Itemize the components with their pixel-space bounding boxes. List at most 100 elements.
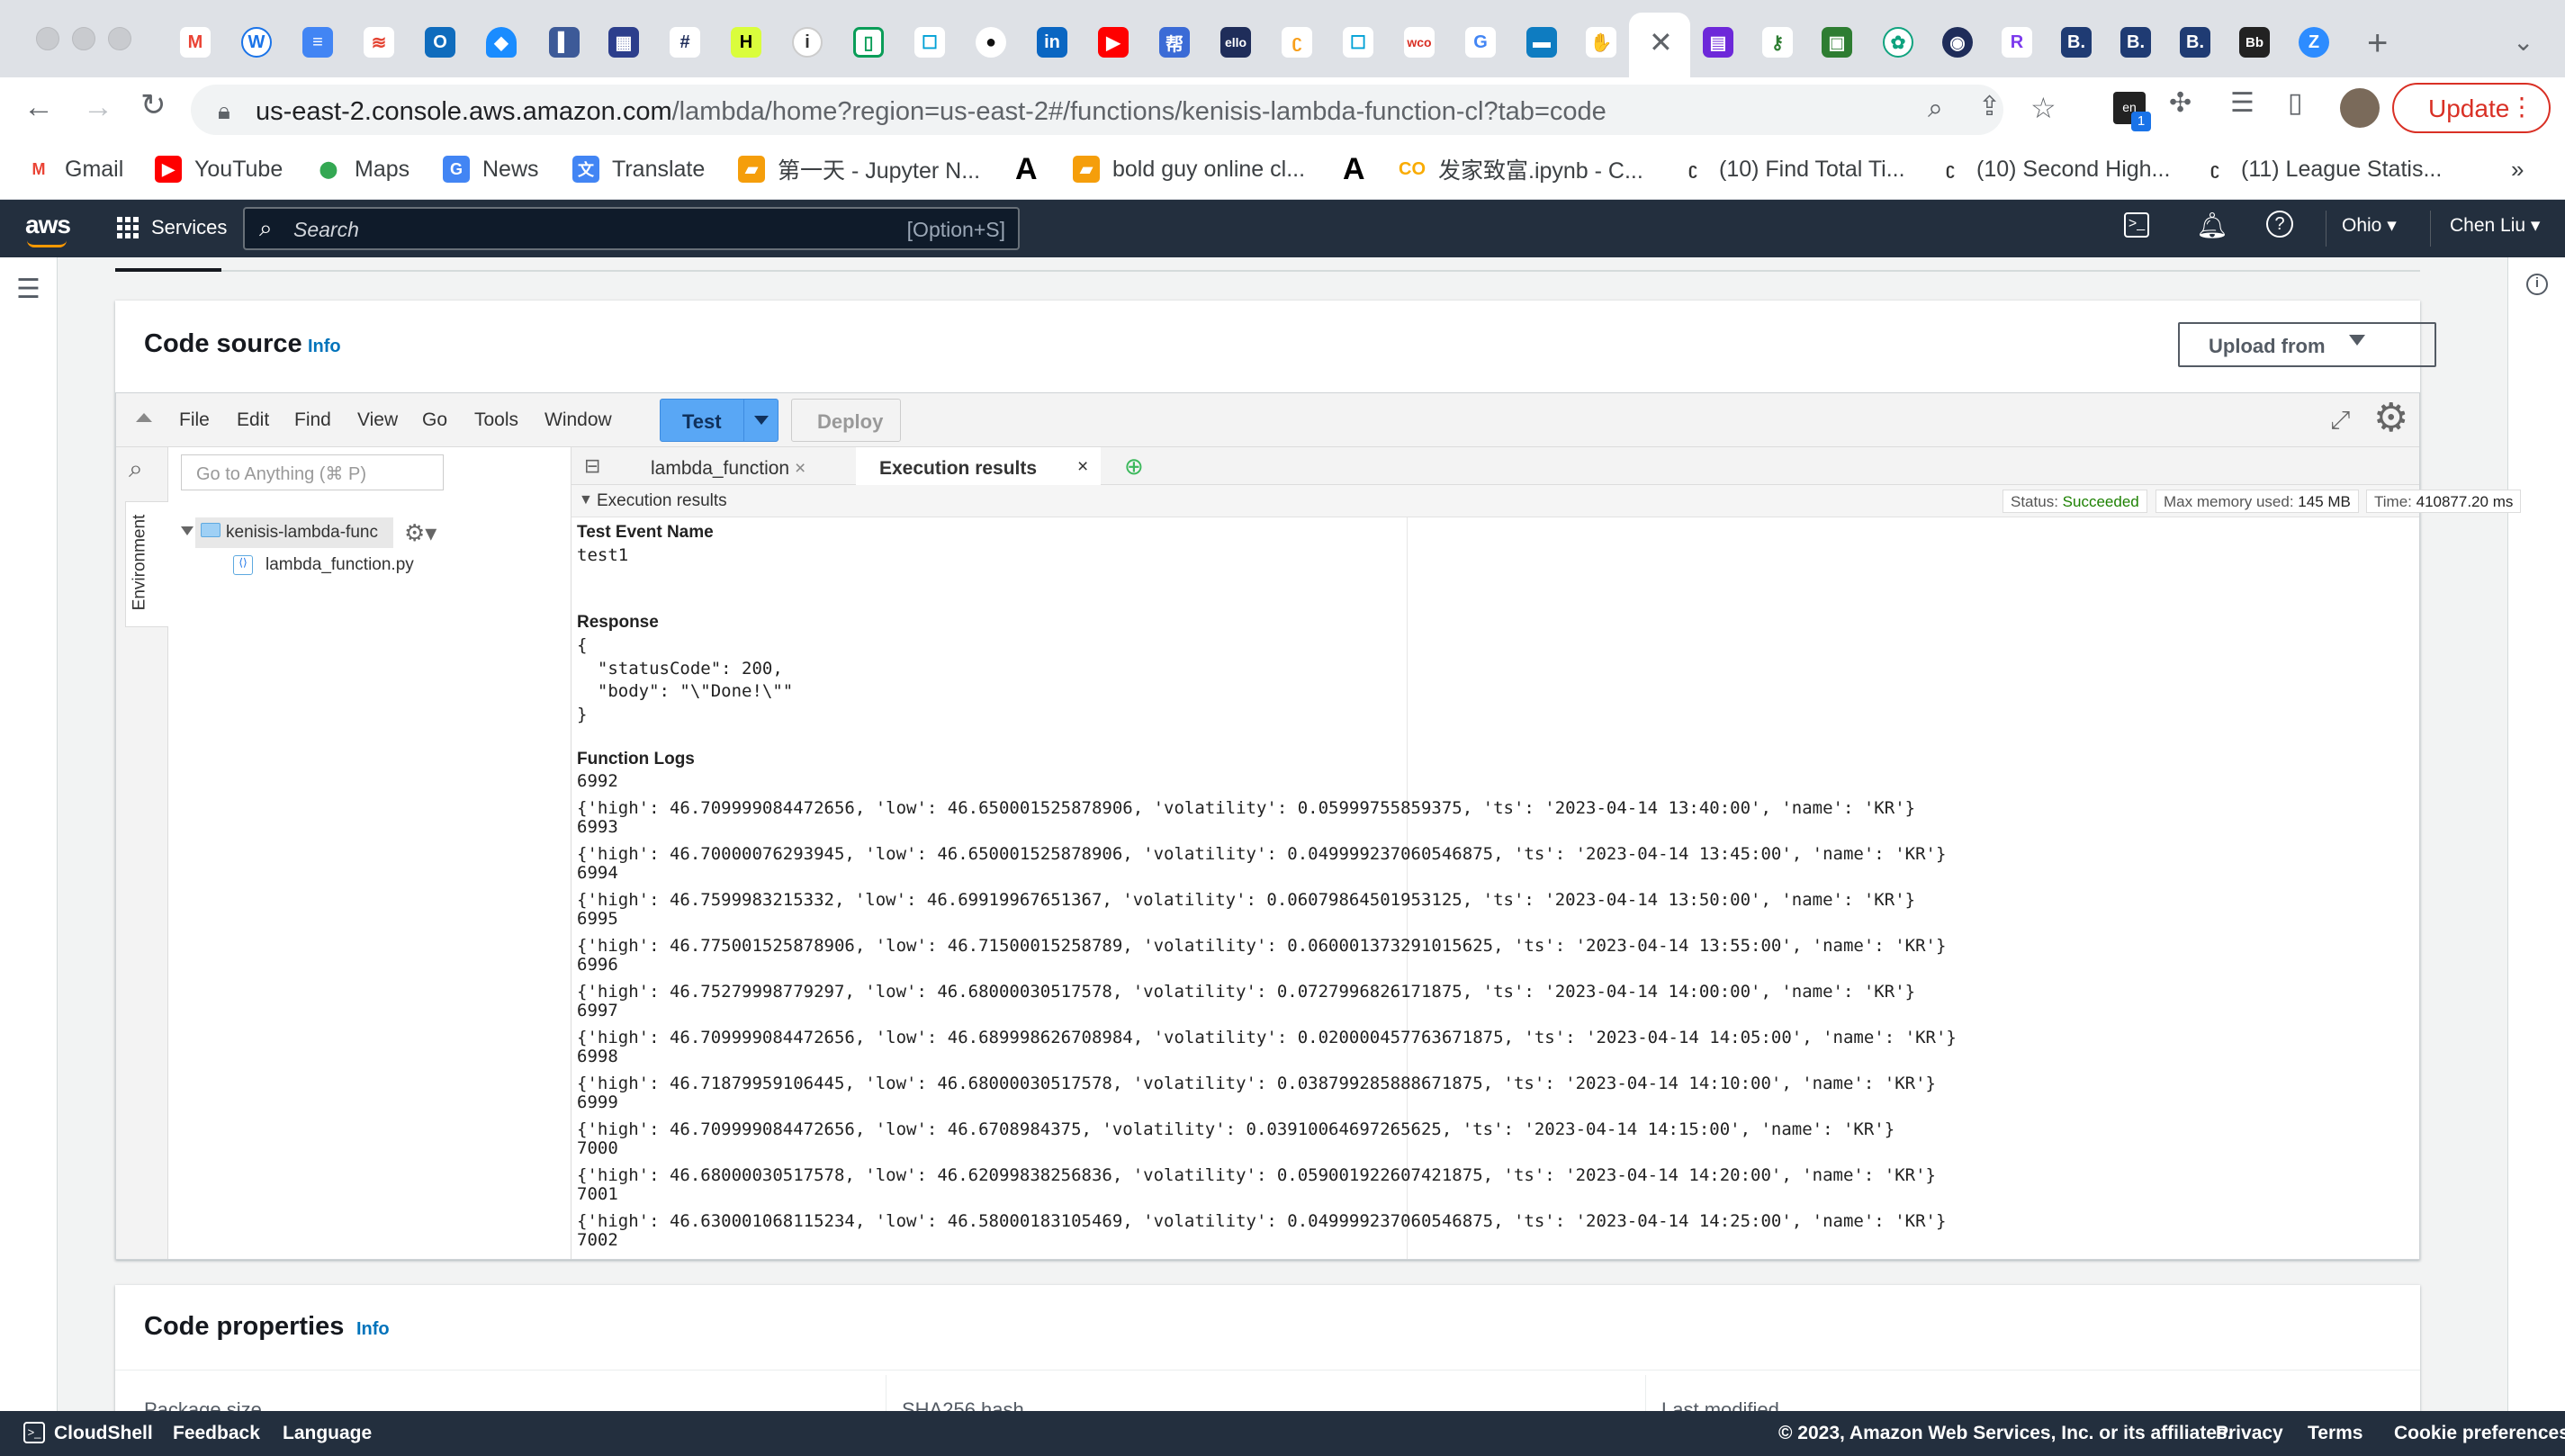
bookmark-bold-guy[interactable]: ▰ bold guy online cl...: [1073, 151, 1305, 187]
wordpress-tab-icon[interactable]: W: [241, 27, 272, 58]
folder-kenisis-lambda[interactable]: kenisis-lambda-func: [195, 517, 393, 548]
test-button[interactable]: Test: [660, 399, 778, 442]
b-tab-icon-1[interactable]: B.: [2061, 27, 2092, 58]
bookmark-leetcode-3[interactable]: ʗ (11) League Statis...: [2201, 151, 2442, 187]
outlook-tab-icon[interactable]: O: [425, 27, 455, 58]
services-menu-button[interactable]: Services: [117, 216, 227, 239]
user-menu[interactable]: Chen Liu ▾: [2450, 214, 2540, 237]
bookmark-gmail[interactable]: M Gmail: [25, 151, 123, 187]
tab-execution-results[interactable]: Execution results: [856, 447, 1101, 485]
hamburger-menu-icon[interactable]: ☰: [16, 274, 40, 305]
fullscreen-icon[interactable]: ⤢: [2330, 406, 2350, 436]
collapse-caret-icon[interactable]: ▼: [579, 492, 593, 508]
tab-list-icon[interactable]: ⊟: [584, 454, 600, 478]
search-icon[interactable]: ⌕: [129, 454, 143, 484]
window-zoom-button[interactable]: [108, 27, 131, 50]
cloudshell-icon[interactable]: >_: [23, 1422, 45, 1443]
notifications-bell-icon[interactable]: 🔔︎: [2196, 211, 2228, 240]
tab-lambda-function[interactable]: lambda_function ×: [627, 447, 870, 485]
new-tab-plus-icon[interactable]: ⊕: [1124, 453, 1144, 481]
bookmark-leetcode-1[interactable]: ʗ (10) Find Total Ti...: [1679, 151, 1905, 187]
info-tab-icon[interactable]: i: [792, 27, 823, 58]
aws-search-input[interactable]: ⌕ Search [Option+S]: [243, 207, 1020, 250]
bookmark-leetcode-2[interactable]: ʗ (10) Second High...: [1937, 151, 2170, 187]
tab-search-chevron-icon[interactable]: ⌄: [2513, 27, 2534, 57]
collapse-triangle-icon[interactable]: [136, 413, 152, 422]
extensions-puzzle-icon[interactable]: ✣: [2169, 90, 2192, 117]
ello-tab-icon[interactable]: ello: [1220, 27, 1251, 58]
bookmark-a-1[interactable]: A: [1015, 151, 1038, 187]
code-properties-info-link[interactable]: Info: [356, 1319, 390, 1340]
help-icon[interactable]: ?: [2266, 211, 2293, 238]
profile-avatar[interactable]: [2340, 88, 2380, 128]
linkedin-tab-icon[interactable]: in: [1037, 27, 1067, 58]
terms-link[interactable]: Terms: [2308, 1423, 2362, 1444]
deploy-button[interactable]: Deploy: [791, 399, 901, 442]
tab-close-icon[interactable]: ×: [1077, 456, 1089, 478]
green-tab-icon[interactable]: ▣: [1822, 27, 1852, 58]
r-tab-icon[interactable]: R: [2002, 27, 2032, 58]
b-tab-icon-2[interactable]: B.: [2120, 27, 2151, 58]
reload-icon[interactable]: ↻: [140, 90, 166, 121]
itdog-tab-icon[interactable]: #: [670, 27, 700, 58]
bilibili-tab-icon[interactable]: ☐: [914, 27, 945, 58]
region-selector[interactable]: Ohio ▾: [2342, 214, 2397, 237]
purple-tab-icon[interactable]: ▤: [1703, 27, 1733, 58]
menu-edit[interactable]: Edit: [237, 409, 269, 431]
zoom-magnifier-icon[interactable]: ⌕: [1928, 95, 1943, 122]
folder-expand-icon[interactable]: [181, 526, 194, 535]
bookmark-youtube[interactable]: ▶ YouTube: [155, 151, 283, 187]
wco-tab-icon[interactable]: wco: [1404, 27, 1435, 58]
bookmark-star-icon[interactable]: ☆: [2030, 94, 2056, 122]
bilibili-tab-icon-2[interactable]: ☐: [1343, 27, 1373, 58]
bookmark-jupyter[interactable]: ▰ 第一天 - Jupyter N...: [738, 151, 980, 187]
shield-tab-icon[interactable]: ◆: [486, 27, 517, 58]
cookie-preferences-link[interactable]: Cookie preferences: [2394, 1423, 2565, 1444]
menu-find[interactable]: Find: [294, 409, 331, 431]
forward-arrow-icon[interactable]: →: [83, 92, 113, 122]
window-minimize-button[interactable]: [72, 27, 95, 50]
bangbang-tab-icon[interactable]: 帮: [1159, 27, 1190, 58]
tab-close-icon[interactable]: ×: [795, 458, 806, 479]
bookmark-translate[interactable]: 文 Translate: [572, 151, 705, 187]
bookmark-colab[interactable]: CO 发家致富.ipynb - C...: [1399, 151, 1643, 187]
google-tab-icon[interactable]: G: [1465, 27, 1496, 58]
upload-from-button[interactable]: Upload from: [2178, 322, 2436, 367]
aws-logo[interactable]: aws: [25, 211, 71, 239]
calendar-tab-icon[interactable]: ▦: [608, 27, 639, 58]
book-tab-icon[interactable]: ▌: [549, 27, 580, 58]
info-panel-icon[interactable]: i: [2526, 274, 2548, 295]
menu-tools[interactable]: Tools: [474, 409, 518, 431]
hand-tab-icon[interactable]: ✋: [1586, 27, 1616, 58]
chatgpt-tab-icon[interactable]: ✿: [1883, 27, 1913, 58]
test-dropdown-caret-icon[interactable]: [754, 416, 769, 425]
cloudshell-link[interactable]: CloudShell: [54, 1423, 153, 1444]
back-arrow-icon[interactable]: ←: [23, 92, 54, 122]
key-tab-icon[interactable]: ⚷: [1762, 27, 1793, 58]
share-icon[interactable]: ⇪: [1978, 94, 2001, 121]
code-source-info-link[interactable]: Info: [308, 337, 341, 357]
zoom-tab-icon[interactable]: Z: [2299, 27, 2329, 58]
leetcode-tab-icon[interactable]: ʗ: [1282, 27, 1312, 58]
bookmark-maps[interactable]: ⬤ Maps: [315, 151, 410, 187]
settings-gear-icon[interactable]: ⚙: [2373, 399, 2408, 438]
window-close-button[interactable]: [36, 27, 59, 50]
reading-list-icon[interactable]: ☰: [2230, 90, 2254, 117]
privacy-link[interactable]: Privacy: [2216, 1423, 2283, 1444]
mascot-tab-icon[interactable]: ◉: [1942, 27, 1973, 58]
language-link[interactable]: Language: [283, 1423, 372, 1444]
bookmark-a-2[interactable]: A: [1343, 151, 1365, 187]
feedback-link[interactable]: Feedback: [173, 1423, 260, 1444]
go-to-anything-input[interactable]: Go to Anything (⌘ P): [181, 454, 444, 490]
hackmd-tab-icon[interactable]: H: [731, 27, 761, 58]
menu-window[interactable]: Window: [544, 409, 612, 431]
todoist-tab-icon[interactable]: ≋: [364, 27, 394, 58]
side-panel-icon[interactable]: ▯: [2288, 90, 2303, 117]
site-tab-icon[interactable]: ▬: [1526, 27, 1557, 58]
sheets-tab-icon[interactable]: ▯: [853, 27, 884, 58]
file-lambda-function-py[interactable]: ⟨⟩ lambda_function.py: [226, 555, 414, 575]
active-tab[interactable]: ✕: [1629, 13, 1690, 77]
menu-view[interactable]: View: [357, 409, 398, 431]
menu-go[interactable]: Go: [422, 409, 447, 431]
address-bar[interactable]: 🔒︎ us-east-2.console.aws.amazon.com/lamb…: [191, 85, 2056, 135]
